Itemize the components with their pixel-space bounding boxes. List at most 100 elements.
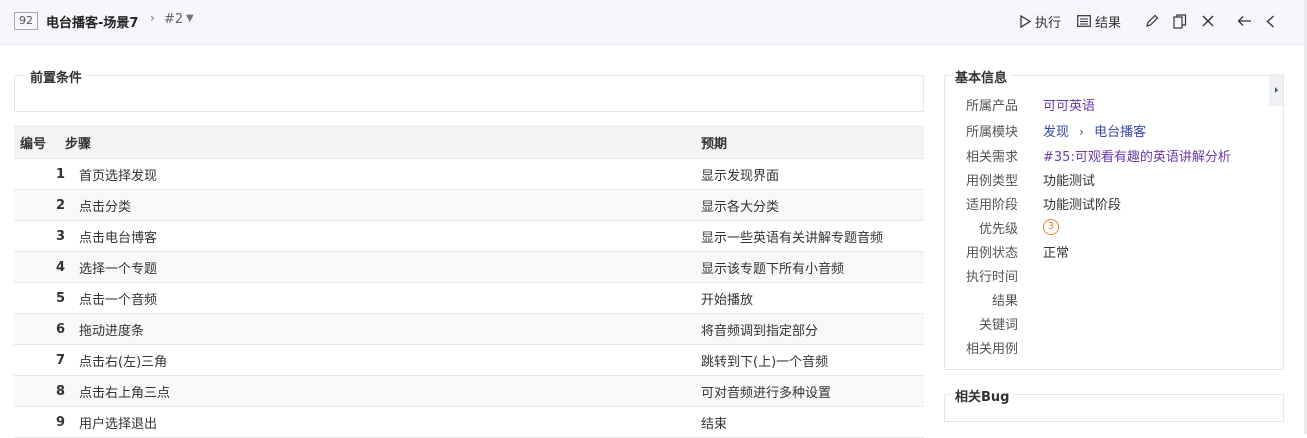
case-id-badge: 92: [14, 12, 38, 30]
step-num: 5: [14, 282, 65, 314]
chevron-right-icon: ›: [150, 11, 155, 25]
col-step-header: 步骤: [65, 126, 701, 159]
table-row: 5 点击一个音频 开始播放: [14, 282, 924, 314]
info-row-type: 用例类型 功能测试: [945, 170, 1275, 194]
related-bug-legend: 相关Bug: [951, 386, 1014, 405]
stage-value: 功能测试阶段: [1043, 198, 1122, 213]
step-num: 2: [14, 189, 65, 221]
version-selector[interactable]: #2: [164, 12, 183, 27]
type-label: 用例类型: [965, 174, 1018, 189]
step-desc: 点击电台博客: [65, 220, 701, 252]
status-value: 正常: [1043, 246, 1070, 261]
info-row-status: 用例状态 正常: [945, 242, 1275, 266]
info-row-story: 相关需求 #35:可观看有趣的英语讲解分析: [945, 146, 1275, 170]
status-label: 用例状态: [965, 246, 1018, 261]
case-title: 电台播客-场景7: [46, 16, 139, 31]
play-icon: [1020, 14, 1031, 28]
story-link[interactable]: #35:可观看有趣的英语讲解分析: [1043, 146, 1231, 165]
previous-button[interactable]: [1266, 12, 1275, 30]
list-icon: [1077, 15, 1091, 27]
step-num: 9: [14, 406, 65, 438]
table-row: 7 点击右(左)三角 跳转到下(上)一个音频: [14, 344, 924, 376]
step-desc: 拖动进度条: [65, 313, 701, 345]
info-row-keywords: 关键词: [945, 314, 1275, 338]
table-row: 2 点击分类 显示各大分类: [14, 189, 924, 221]
module-parent-link[interactable]: 发现: [1043, 125, 1069, 140]
table-row: 6 拖动进度条 将音频调到指定部分: [14, 313, 924, 345]
step-expected: 显示该专题下所有小音频: [701, 251, 924, 283]
precondition-panel: [14, 75, 924, 112]
step-expected: 将音频调到指定部分: [701, 313, 924, 345]
chevron-left-icon: [1266, 14, 1274, 28]
info-row-module: 所属模块 发现 › 电台播客: [945, 121, 1275, 145]
copy-button[interactable]: [1173, 12, 1187, 30]
step-expected: 跳转到下(上)一个音频: [701, 344, 924, 376]
info-row-result: 结果: [945, 290, 1275, 314]
steps-table: 编号 步骤 预期 1 首页选择发现 显示发现界面 2 点击分类 显示各大分类 3 点击电台…: [14, 126, 924, 438]
module-child-link[interactable]: 电台播客: [1094, 125, 1146, 140]
info-row-stage: 适用阶段 功能测试阶段: [945, 194, 1275, 218]
step-expected: 开始播放: [701, 282, 924, 314]
module-label: 所属模块: [965, 125, 1018, 140]
close-button[interactable]: [1202, 12, 1214, 30]
priority-badge: 3: [1043, 219, 1059, 235]
step-num: 1: [14, 158, 65, 190]
top-bar: 92 电台播客-场景7 › #2 ▼ 执行 结果: [0, 0, 1307, 45]
step-expected: 显示各大分类: [701, 189, 924, 221]
step-desc: 点击右(左)三角: [65, 344, 701, 376]
chevron-right-icon: ›: [1079, 125, 1084, 139]
info-row-related-cases: 相关用例: [945, 338, 1275, 362]
step-desc: 点击分类: [65, 189, 701, 221]
exec-time-label: 执行时间: [965, 270, 1018, 285]
priority-value: 3: [1043, 218, 1059, 235]
step-num: 6: [14, 313, 65, 345]
step-expected: 可对音频进行多种设置: [701, 375, 924, 407]
info-row-product: 所属产品 可可英语: [945, 95, 1275, 119]
priority-label: 优先级: [978, 222, 1018, 237]
basic-info-legend: 基本信息: [951, 67, 1012, 86]
step-expected: 结束: [701, 406, 924, 438]
keywords-label: 关键词: [978, 318, 1018, 333]
table-row: 4 选择一个专题 显示该专题下所有小音频: [14, 251, 924, 283]
product-link[interactable]: 可可英语: [1043, 95, 1095, 114]
related-cases-label: 相关用例: [965, 342, 1018, 357]
edit-button[interactable]: [1145, 12, 1159, 30]
step-expected: 显示一些英语有关讲解专题音频: [701, 220, 924, 252]
results-button[interactable]: 结果: [1077, 12, 1122, 31]
steps-header-row: 编号 步骤 预期: [14, 126, 924, 159]
results-label: 结果: [1095, 15, 1122, 31]
info-row-priority: 优先级 3: [945, 218, 1275, 242]
run-label: 执行: [1035, 15, 1062, 31]
step-num: 4: [14, 251, 65, 283]
copy-icon: [1173, 13, 1187, 29]
step-desc: 点击右上角三点: [65, 375, 701, 407]
step-desc: 点击一个音频: [65, 282, 701, 314]
info-row-exec-time: 执行时间: [945, 266, 1275, 290]
step-num: 8: [14, 375, 65, 407]
step-expected: 显示发现界面: [701, 158, 924, 190]
step-desc: 用户选择退出: [65, 406, 701, 438]
back-button[interactable]: [1237, 12, 1252, 30]
close-icon: [1202, 15, 1214, 27]
table-row: 9 用户选择退出 结束: [14, 406, 924, 438]
story-label: 相关需求: [965, 150, 1018, 165]
back-arrow-icon: [1237, 16, 1251, 26]
step-num: 3: [14, 220, 65, 252]
step-desc: 选择一个专题: [65, 251, 701, 283]
step-desc: 首页选择发现: [65, 158, 701, 190]
pencil-icon: [1146, 14, 1159, 27]
precondition-legend: 前置条件: [26, 67, 87, 86]
caret-down-icon[interactable]: ▼: [186, 13, 194, 24]
product-label: 所属产品: [965, 99, 1018, 114]
table-row: 3 点击电台博客 显示一些英语有关讲解专题音频: [14, 220, 924, 252]
stage-label: 适用阶段: [965, 198, 1018, 213]
run-button[interactable]: 执行: [1020, 12, 1062, 31]
table-row: 1 首页选择发现 显示发现界面: [14, 158, 924, 190]
module-path: 发现 › 电台播客: [1043, 121, 1146, 140]
result-label: 结果: [991, 294, 1018, 309]
col-expected-header: 预期: [701, 126, 924, 159]
col-num-header: 编号: [14, 126, 65, 159]
step-num: 7: [14, 344, 65, 376]
table-row: 8 点击右上角三点 可对音频进行多种设置: [14, 375, 924, 407]
type-value: 功能测试: [1043, 174, 1096, 189]
